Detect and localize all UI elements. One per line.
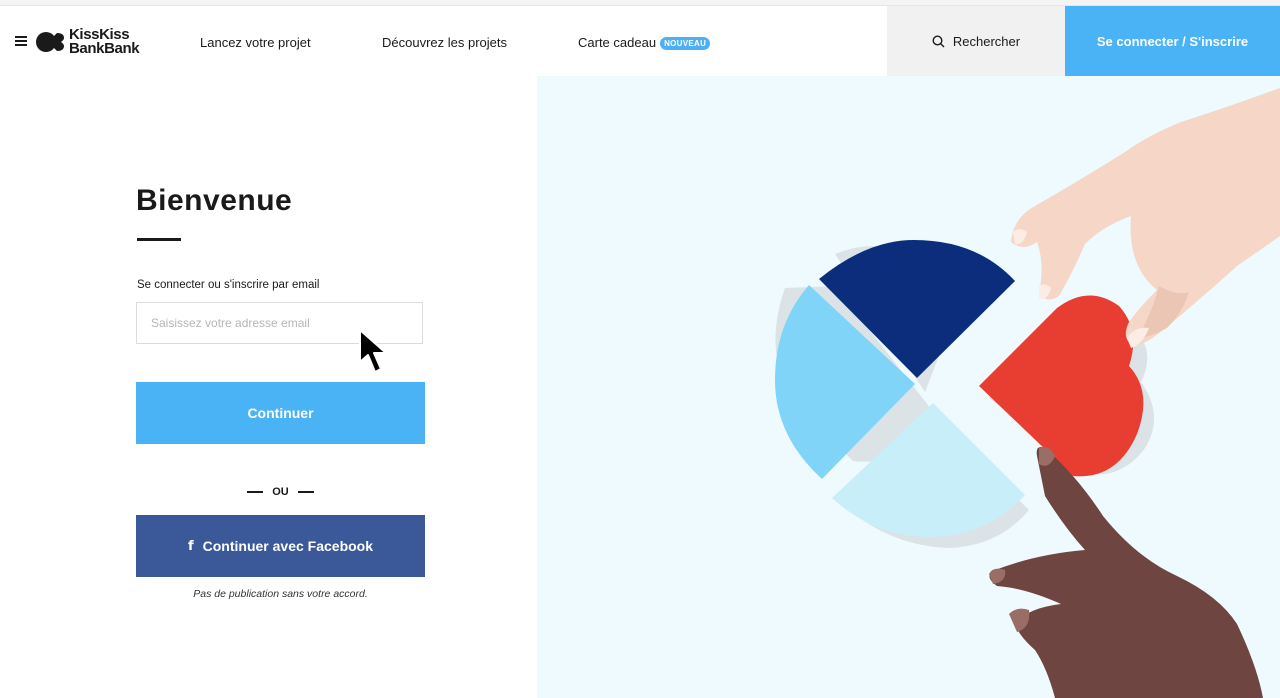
nav-gift-card[interactable]: Carte cadeau NOUVEAU — [578, 35, 711, 50]
or-dash-right — [297, 491, 314, 493]
logo-line-2: BankBank — [69, 40, 140, 57]
search-icon — [932, 34, 945, 47]
search-label: Rechercher — [952, 33, 1021, 49]
hands-logo-illustration — [775, 88, 1280, 698]
site-header: KissKiss BankBank Lancez votre projet Dé… — [0, 6, 1280, 76]
page-title: Bienvenue — [136, 184, 293, 217]
facebook-disclaimer: Pas de publication sans votre accord. — [193, 588, 368, 600]
facebook-icon: f — [187, 538, 194, 554]
hero-illustration — [537, 76, 1280, 698]
menu-icon[interactable] — [15, 36, 27, 46]
mouse-pointer-icon — [359, 329, 387, 373]
nav-discover-projects[interactable]: Découvrez les projets — [382, 35, 507, 50]
or-dash-left — [247, 491, 264, 493]
continue-button[interactable]: Continuer — [136, 382, 425, 444]
site-logo[interactable]: KissKiss BankBank — [35, 26, 140, 58]
new-badge: NOUVEAU — [660, 37, 711, 50]
nav-gift-card-label: Carte cadeau — [578, 35, 657, 50]
facebook-button-label: Continuer avec Facebook — [202, 538, 374, 554]
logo-mark-icon — [36, 32, 64, 52]
nav-launch-project[interactable]: Lancez votre projet — [200, 35, 311, 50]
facebook-login-button[interactable]: f Continuer avec Facebook — [136, 515, 425, 577]
search-button[interactable]: Rechercher — [887, 6, 1065, 76]
login-signup-button[interactable]: Se connecter / S'inscrire — [1065, 6, 1280, 76]
title-underline — [137, 238, 181, 241]
or-label: OU — [272, 486, 289, 498]
logo-wordmark: KissKiss BankBank — [69, 27, 140, 57]
or-separator: OU — [136, 486, 425, 498]
email-label: Se connecter ou s'inscrire par email — [137, 279, 320, 291]
